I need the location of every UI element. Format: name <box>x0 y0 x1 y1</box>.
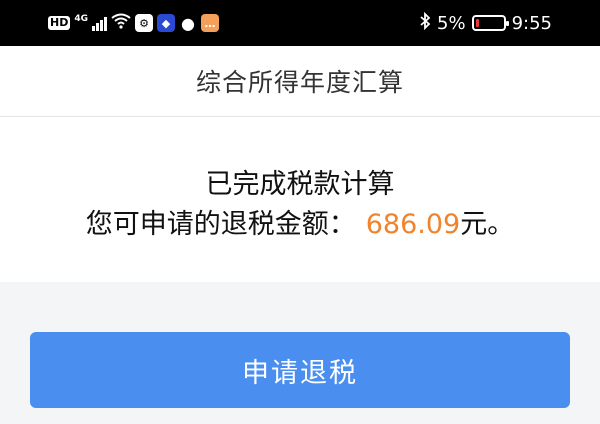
signal-icon <box>92 15 107 31</box>
clock-time: 9:55 <box>511 12 552 34</box>
status-left: HD 4G ⚙ ◆ ● … <box>48 12 219 34</box>
hd-icon: HD <box>48 16 71 30</box>
calculation-status: 已完成税款计算 <box>205 169 395 200</box>
chat-icon: ● <box>181 13 195 33</box>
battery-percent: 5% <box>437 12 466 34</box>
network-type: 4G <box>74 14 88 24</box>
status-bar: HD 4G ⚙ ◆ ● … 5% 9:55 <box>0 0 600 46</box>
wifi-icon <box>111 13 131 33</box>
result-card: 已完成税款计算 您可申请的退税金额： 686.09元。 <box>0 117 600 282</box>
apply-refund-button[interactable]: 申请退税 <box>30 332 570 408</box>
battery-icon <box>471 15 509 31</box>
refund-label: 您可申请的退税金额： <box>85 209 356 240</box>
status-right: 5% 9:55 <box>419 11 552 34</box>
refund-summary: 您可申请的退税金额： 686.09元。 <box>0 202 600 241</box>
header-bar: 综合所得年度汇算 <box>0 46 600 117</box>
message-icon: … <box>201 14 219 32</box>
app-notification-icon: ◆ <box>157 14 175 32</box>
bluetooth-icon <box>419 11 431 34</box>
app-notification-icon: ⚙ <box>135 14 153 32</box>
page-title: 综合所得年度汇算 <box>195 68 404 97</box>
refund-amount: 686.09 <box>365 209 461 240</box>
refund-unit: 元。 <box>460 209 515 240</box>
